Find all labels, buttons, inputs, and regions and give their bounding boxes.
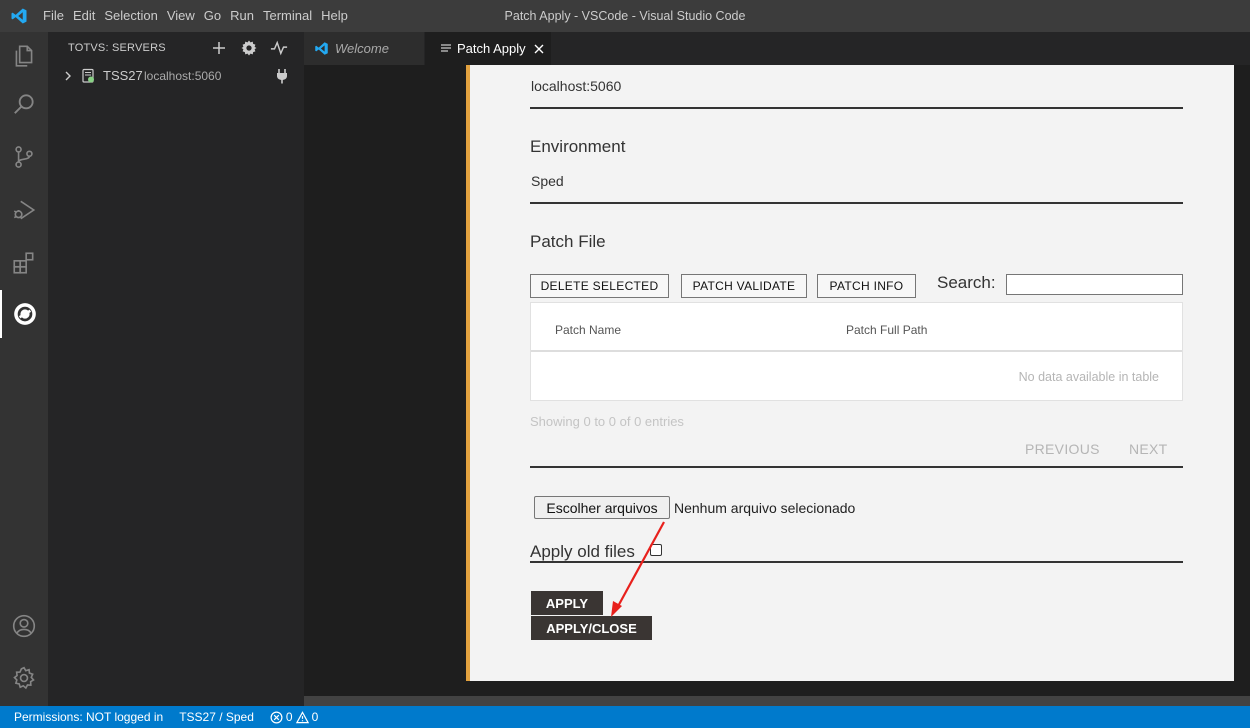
menu-terminal[interactable]: Terminal: [263, 0, 319, 32]
table-empty-message: No data available in table: [1018, 370, 1159, 384]
sidebar-title: TOTVS: SERVERS: [68, 42, 166, 54]
tab-patch-apply[interactable]: Patch Apply: [425, 32, 551, 65]
error-count: 0: [285, 710, 293, 724]
menu-bar: File Edit Selection View Go Run Terminal…: [43, 0, 357, 32]
apply-old-files-label: Apply old files: [530, 542, 635, 561]
server-address-value: localhost:5060: [531, 78, 622, 94]
menu-go[interactable]: Go: [204, 0, 228, 32]
column-patch-full-path[interactable]: Patch Full Path: [846, 323, 927, 337]
menu-file[interactable]: File: [43, 0, 71, 32]
server-address: localhost:5060: [144, 69, 222, 83]
environment-divider: [530, 202, 1183, 204]
pulse-icon[interactable]: [268, 37, 290, 59]
sidebar-actions: [208, 37, 290, 59]
delete-selected-button[interactable]: DELETE SELECTED: [530, 274, 669, 298]
horizontal-scrollbar[interactable]: [304, 696, 1250, 706]
apply-old-files-checkbox[interactable]: [650, 544, 662, 556]
status-permissions[interactable]: Permissions: NOT logged in: [14, 710, 163, 724]
servers-sidebar: TOTVS: SERVERS TSS27 localhost:5060: [48, 32, 304, 706]
search-input[interactable]: [1006, 274, 1183, 295]
run-debug-icon[interactable]: [0, 186, 48, 234]
server-tree-item[interactable]: TSS27 localhost:5060: [48, 65, 304, 87]
patch-table: Patch Name Patch Full Path No data avail…: [530, 302, 1183, 401]
tab-patch-apply-label: Patch Apply: [457, 41, 526, 56]
warning-icon: [295, 710, 309, 723]
title-bar: File Edit Selection View Go Run Terminal…: [0, 0, 1250, 32]
server-icon: [82, 68, 94, 83]
manage-gear-icon[interactable]: [0, 654, 48, 702]
editor-tabs: Welcome Patch Apply: [304, 32, 1250, 65]
activity-bar: [0, 32, 48, 706]
patch-info-button[interactable]: PATCH INFO: [817, 274, 916, 298]
vscode-tab-icon: [314, 41, 329, 56]
warning-count: 0: [311, 710, 319, 724]
sidebar-header: TOTVS: SERVERS: [48, 32, 304, 64]
search-label: Search:: [937, 273, 996, 292]
table-info: Showing 0 to 0 of 0 entries: [530, 414, 684, 429]
menu-run[interactable]: Run: [230, 0, 261, 32]
server-name: TSS27: [103, 68, 143, 83]
status-environment[interactable]: TSS27 / Sped: [179, 710, 254, 724]
apply-old-divider: [530, 561, 1183, 563]
server-divider: [530, 107, 1183, 109]
menu-edit[interactable]: Edit: [73, 0, 102, 32]
status-bar: Permissions: NOT logged in TSS27 / Sped …: [0, 706, 1250, 728]
next-button[interactable]: NEXT: [1129, 441, 1168, 457]
add-icon[interactable]: [208, 37, 230, 59]
environment-value: Sped: [531, 173, 564, 189]
chevron-right-icon[interactable]: [61, 69, 75, 83]
choose-files-button[interactable]: Escolher arquivos: [534, 496, 670, 519]
menu-help[interactable]: Help: [321, 0, 355, 32]
account-icon[interactable]: [0, 602, 48, 650]
tab-welcome[interactable]: Welcome: [304, 32, 424, 65]
explorer-icon[interactable]: [0, 32, 48, 80]
close-icon[interactable]: [533, 43, 545, 55]
patch-validate-button[interactable]: PATCH VALIDATE: [681, 274, 807, 298]
tab-welcome-label: Welcome: [335, 41, 389, 56]
patch-file-label: Patch File: [530, 232, 606, 251]
status-problems[interactable]: 0 0: [270, 710, 318, 724]
menu-selection[interactable]: Selection: [104, 0, 164, 32]
table-header-divider: [531, 350, 1182, 352]
table-divider: [530, 466, 1183, 468]
file-status: Nenhum arquivo selecionado: [674, 500, 856, 516]
menu-view[interactable]: View: [167, 0, 202, 32]
plug-icon[interactable]: [274, 68, 290, 84]
patch-apply-panel: localhost:5060 Environment Sped Patch Fi…: [466, 65, 1234, 681]
vscode-logo-icon: [11, 8, 27, 24]
previous-button[interactable]: PREVIOUS: [1025, 441, 1100, 457]
apply-button[interactable]: APPLY: [531, 591, 603, 615]
lines-icon: [441, 43, 451, 54]
error-icon: [270, 711, 283, 723]
search-icon[interactable]: [0, 80, 48, 128]
environment-label: Environment: [530, 137, 626, 156]
gear-icon[interactable]: [238, 37, 260, 59]
totvs-icon[interactable]: [0, 290, 48, 338]
column-patch-name[interactable]: Patch Name: [555, 323, 621, 337]
extensions-icon[interactable]: [0, 239, 48, 287]
source-control-icon[interactable]: [0, 133, 48, 181]
apply-close-button[interactable]: APPLY/CLOSE: [531, 616, 652, 640]
